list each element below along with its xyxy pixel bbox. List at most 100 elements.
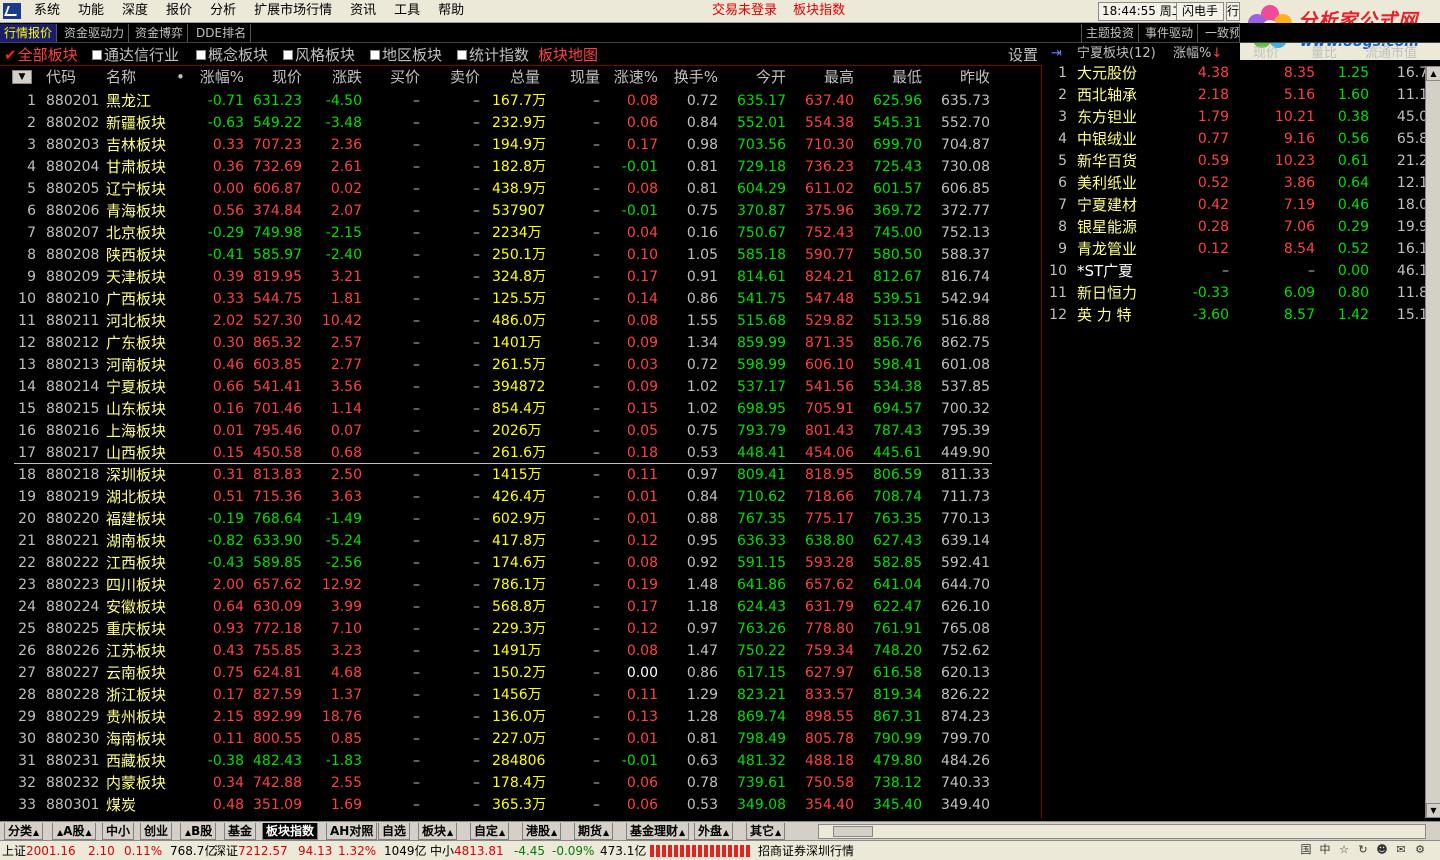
scroll-up-icon[interactable]: ▲ [1426, 66, 1440, 81]
menu-item-3[interactable]: 报价 [157, 0, 201, 22]
header-current-volume[interactable]: 现量 [552, 68, 600, 86]
header-code[interactable]: 代码 [46, 68, 76, 86]
sort-menu-icon[interactable]: ▼ [12, 70, 32, 84]
panel-header-market-cap[interactable]: 流通市值 [1365, 46, 1417, 62]
menu-item-2[interactable]: 深度 [113, 0, 157, 22]
tab-consensus[interactable]: 一致预 [1201, 24, 1240, 42]
table-row[interactable]: 26 880226 江苏板块 0.43 755.85 3.23– –1491万 –0.08 1.… [0, 640, 1040, 662]
table-row[interactable]: 8 880208 陕西板块 -0.41 585.97 -2.40– –250.1万 –0.10… [0, 244, 1040, 266]
market-tab-11[interactable]: 港股▲ [522, 823, 562, 840]
list-item[interactable]: 11新日恒力-0.336.090.8011.81亿 [1043, 282, 1440, 304]
tab-fund-drive[interactable]: 资金驱动力 [60, 24, 130, 42]
status-tool-icon[interactable]: 中 [1317, 842, 1333, 858]
flash-trade-button[interactable]: 闪电手 [1176, 2, 1224, 21]
list-item[interactable]: 9青龙管业0.128.540.5216.18亿 [1043, 238, 1440, 260]
list-item[interactable]: 12英 力 特-3.608.571.4215.17亿 [1043, 304, 1440, 326]
table-row[interactable]: 25 880225 重庆板块 0.93 772.18 7.10– –229.3万 –0.12 0… [0, 618, 1040, 640]
market-tab-0[interactable]: 分类▲ [4, 823, 44, 840]
table-row[interactable]: 17 880217 山西板块 0.15 450.58 0.68– –261.6万 –0.18 0… [0, 442, 1040, 464]
market-tab-10[interactable]: 自定▲ [470, 823, 510, 840]
menu-item-4[interactable]: 分析 [201, 0, 245, 22]
list-item[interactable]: 8银星能源0.287.060.2919.98亿 [1043, 216, 1440, 238]
table-row[interactable]: 10 880210 广西板块 0.33 544.75 1.81– –125.5万 –0.14 0… [0, 288, 1040, 310]
table-row[interactable]: 11 880211 河北板块 2.02 527.30 10.42– –486.0万 –0.08… [0, 310, 1040, 332]
scroll-thumb[interactable] [833, 826, 873, 837]
list-item[interactable]: 5新华百货0.5910.230.6121.22亿 [1043, 150, 1440, 172]
status-tool-icon[interactable]: ☆ [1336, 842, 1352, 858]
status-tool-icon[interactable]: ⚙ [1412, 842, 1428, 858]
table-row[interactable]: 31 880231 西藏板块 -0.38 482.43 -1.83– –284806– -0.… [0, 750, 1040, 772]
table-row[interactable]: 5 880205 辽宁板块 0.00 606.87 0.02– –438.9万 –0.08 0.… [0, 178, 1040, 200]
table-row[interactable]: 30 880230 海南板块 0.11 800.55 0.85– –227.0万 –0.01 0… [0, 728, 1040, 750]
table-row[interactable]: 2 880202 新疆板块 -0.63 549.22 -3.48– –232.9万 –0.06… [0, 112, 1040, 134]
filter-style[interactable]: 风格板块 [283, 46, 355, 64]
header-change[interactable]: 涨跌 [312, 68, 362, 86]
market-tab-7[interactable]: AH对照 [326, 823, 378, 840]
panel-header-change-pct[interactable]: 涨幅%↓ [1173, 46, 1222, 62]
header-low[interactable]: 最低 [872, 68, 922, 86]
market-tab-2[interactable]: 中小 [102, 823, 135, 840]
settings-button[interactable]: 设置 [1008, 46, 1038, 64]
table-row[interactable]: 15 880215 山东板块 0.16 701.46 1.14– –854.4万 –0.15 1… [0, 398, 1040, 420]
market-tab-1[interactable]: ▲A股▲ [52, 823, 96, 840]
table-row[interactable]: 28 880228 浙江板块 0.17 827.59 1.37– –1456万 –0.11 1.… [0, 684, 1040, 706]
table-row[interactable]: 29 880229 贵州板块 2.15 892.99 18.76– –136.0万 –0.13… [0, 706, 1040, 728]
market-tab-13[interactable]: 基金理财▲ [626, 823, 690, 840]
list-item[interactable]: 6美利纸业0.523.860.6412.18亿 [1043, 172, 1440, 194]
table-row[interactable]: 23 880223 四川板块 2.00 657.62 12.92– –786.1万 –0.19… [0, 574, 1040, 596]
tab-theme-investing[interactable]: 主题投资 [1081, 24, 1140, 42]
market-tab-12[interactable]: 期货▲ [574, 823, 614, 840]
table-row[interactable]: 22 880222 江西板块 -0.43 589.85 -2.56– –174.6万 –0.0… [0, 552, 1040, 574]
login-status[interactable]: 交易未登录 [712, 3, 777, 18]
table-row[interactable]: 19 880219 湖北板块 0.51 715.36 3.63– –426.4万 –0.01 0… [0, 486, 1040, 508]
list-item[interactable]: 10*ST广夏––0.0046.17亿 [1043, 260, 1440, 282]
header-ask[interactable]: 卖价 [432, 68, 480, 86]
header-open[interactable]: 今开 [736, 68, 786, 86]
zx-index[interactable]: 中小4813.81 [430, 843, 504, 859]
tab-dde-rank[interactable]: DDE排名 [192, 24, 252, 42]
sz-index[interactable]: 深证7212.57 [214, 843, 288, 859]
menu-item-0[interactable]: 系统 [25, 0, 69, 22]
header-name[interactable]: 名称 [106, 68, 136, 86]
table-row[interactable]: 13 880213 河南板块 0.46 603.85 2.77– –261.5万 –0.03 0… [0, 354, 1040, 376]
tab-fund-game[interactable]: 资金博弈 [131, 24, 189, 42]
sh-index[interactable]: 上证2001.16 [2, 843, 76, 859]
horizontal-scrollbar[interactable] [818, 824, 1426, 839]
header-turnover[interactable]: 换手% [664, 68, 718, 86]
table-row[interactable]: 14 880214 宁夏板块 0.66 541.41 3.56– –394872–0.09 1… [0, 376, 1040, 398]
table-row[interactable]: 12 880212 广东板块 0.30 865.32 2.57– –1401万 –0.09 1.… [0, 332, 1040, 354]
table-row[interactable]: 6 880206 青海板块 0.56 374.84 2.07– –537907– -0.01 0… [0, 200, 1040, 222]
header-prev-close[interactable]: 昨收 [940, 68, 990, 86]
market-tab-8[interactable]: 自选 [378, 823, 411, 840]
list-item[interactable]: 2西北轴承2.185.161.6011.19亿 [1043, 84, 1440, 106]
tab-event-drive[interactable]: 事件驱动 [1141, 24, 1199, 42]
tab-quotes[interactable]: 行情报价 [0, 24, 58, 42]
table-row[interactable]: 27 880227 云南板块 0.75 624.81 4.68– –150.2万 –0.00 0… [0, 662, 1040, 684]
market-tab-3[interactable]: 创业 [140, 823, 173, 840]
table-row[interactable]: 32 880232 内蒙板块 0.34 742.88 2.55– –178.4万 –0.06 0… [0, 772, 1040, 794]
table-row[interactable]: 1 880201 黑龙江 -0.71 631.23 -4.50– –167.7万 –0.08 0… [0, 90, 1040, 112]
table-row[interactable]: 3 880203 吉林板块 0.33 707.23 2.36– –194.9万 –0.17 0.… [0, 134, 1040, 156]
menu-item-6[interactable]: 资讯 [341, 0, 385, 22]
panel-header-volume-ratio[interactable]: 量比 [1311, 46, 1337, 62]
header-speed[interactable]: 涨速% [602, 68, 658, 86]
table-row[interactable]: 4 880204 甘肃板块 0.36 732.69 2.61– –182.8万 – -0.01 0… [0, 156, 1040, 178]
market-tab-14[interactable]: 外盘▲ [694, 823, 734, 840]
table-row[interactable]: 9 880209 天津板块 0.39 819.95 3.21– –324.8万 –0.17 0.… [0, 266, 1040, 288]
status-tool-icon[interactable]: 国 [1298, 842, 1314, 858]
table-row[interactable]: 7 880207 北京板块 -0.29 749.98 -2.15– –2234万 –0.04 0… [0, 222, 1040, 244]
table-row[interactable]: 21 880221 湖南板块 -0.82 633.90 -5.24– –417.8万 –0.1… [0, 530, 1040, 552]
menu-item-8[interactable]: 帮助 [429, 0, 473, 22]
menu-item-1[interactable]: 功能 [69, 0, 113, 22]
table-row[interactable]: 33 880301 煤炭 0.48 351.09 1.69– –365.3万 –0.06 0.5… [0, 794, 1040, 816]
status-tool-icon[interactable]: ↻ [1355, 842, 1371, 858]
list-item[interactable]: 4中银绒业0.779.160.5665.85亿 [1043, 128, 1440, 150]
header-high[interactable]: 最高 [804, 68, 854, 86]
header-change-pct[interactable]: 涨幅% [192, 68, 244, 86]
status-tool-icon[interactable]: ✉ [1393, 842, 1409, 858]
pin-icon[interactable]: ⇥ [1051, 46, 1062, 62]
market-tab-15[interactable]: 其它▲ [746, 823, 786, 840]
filter-region[interactable]: 地区板块 [370, 46, 442, 64]
filter-stat-index[interactable]: 统计指数 [457, 46, 529, 64]
scroll-down-icon[interactable]: ▼ [1426, 803, 1440, 818]
